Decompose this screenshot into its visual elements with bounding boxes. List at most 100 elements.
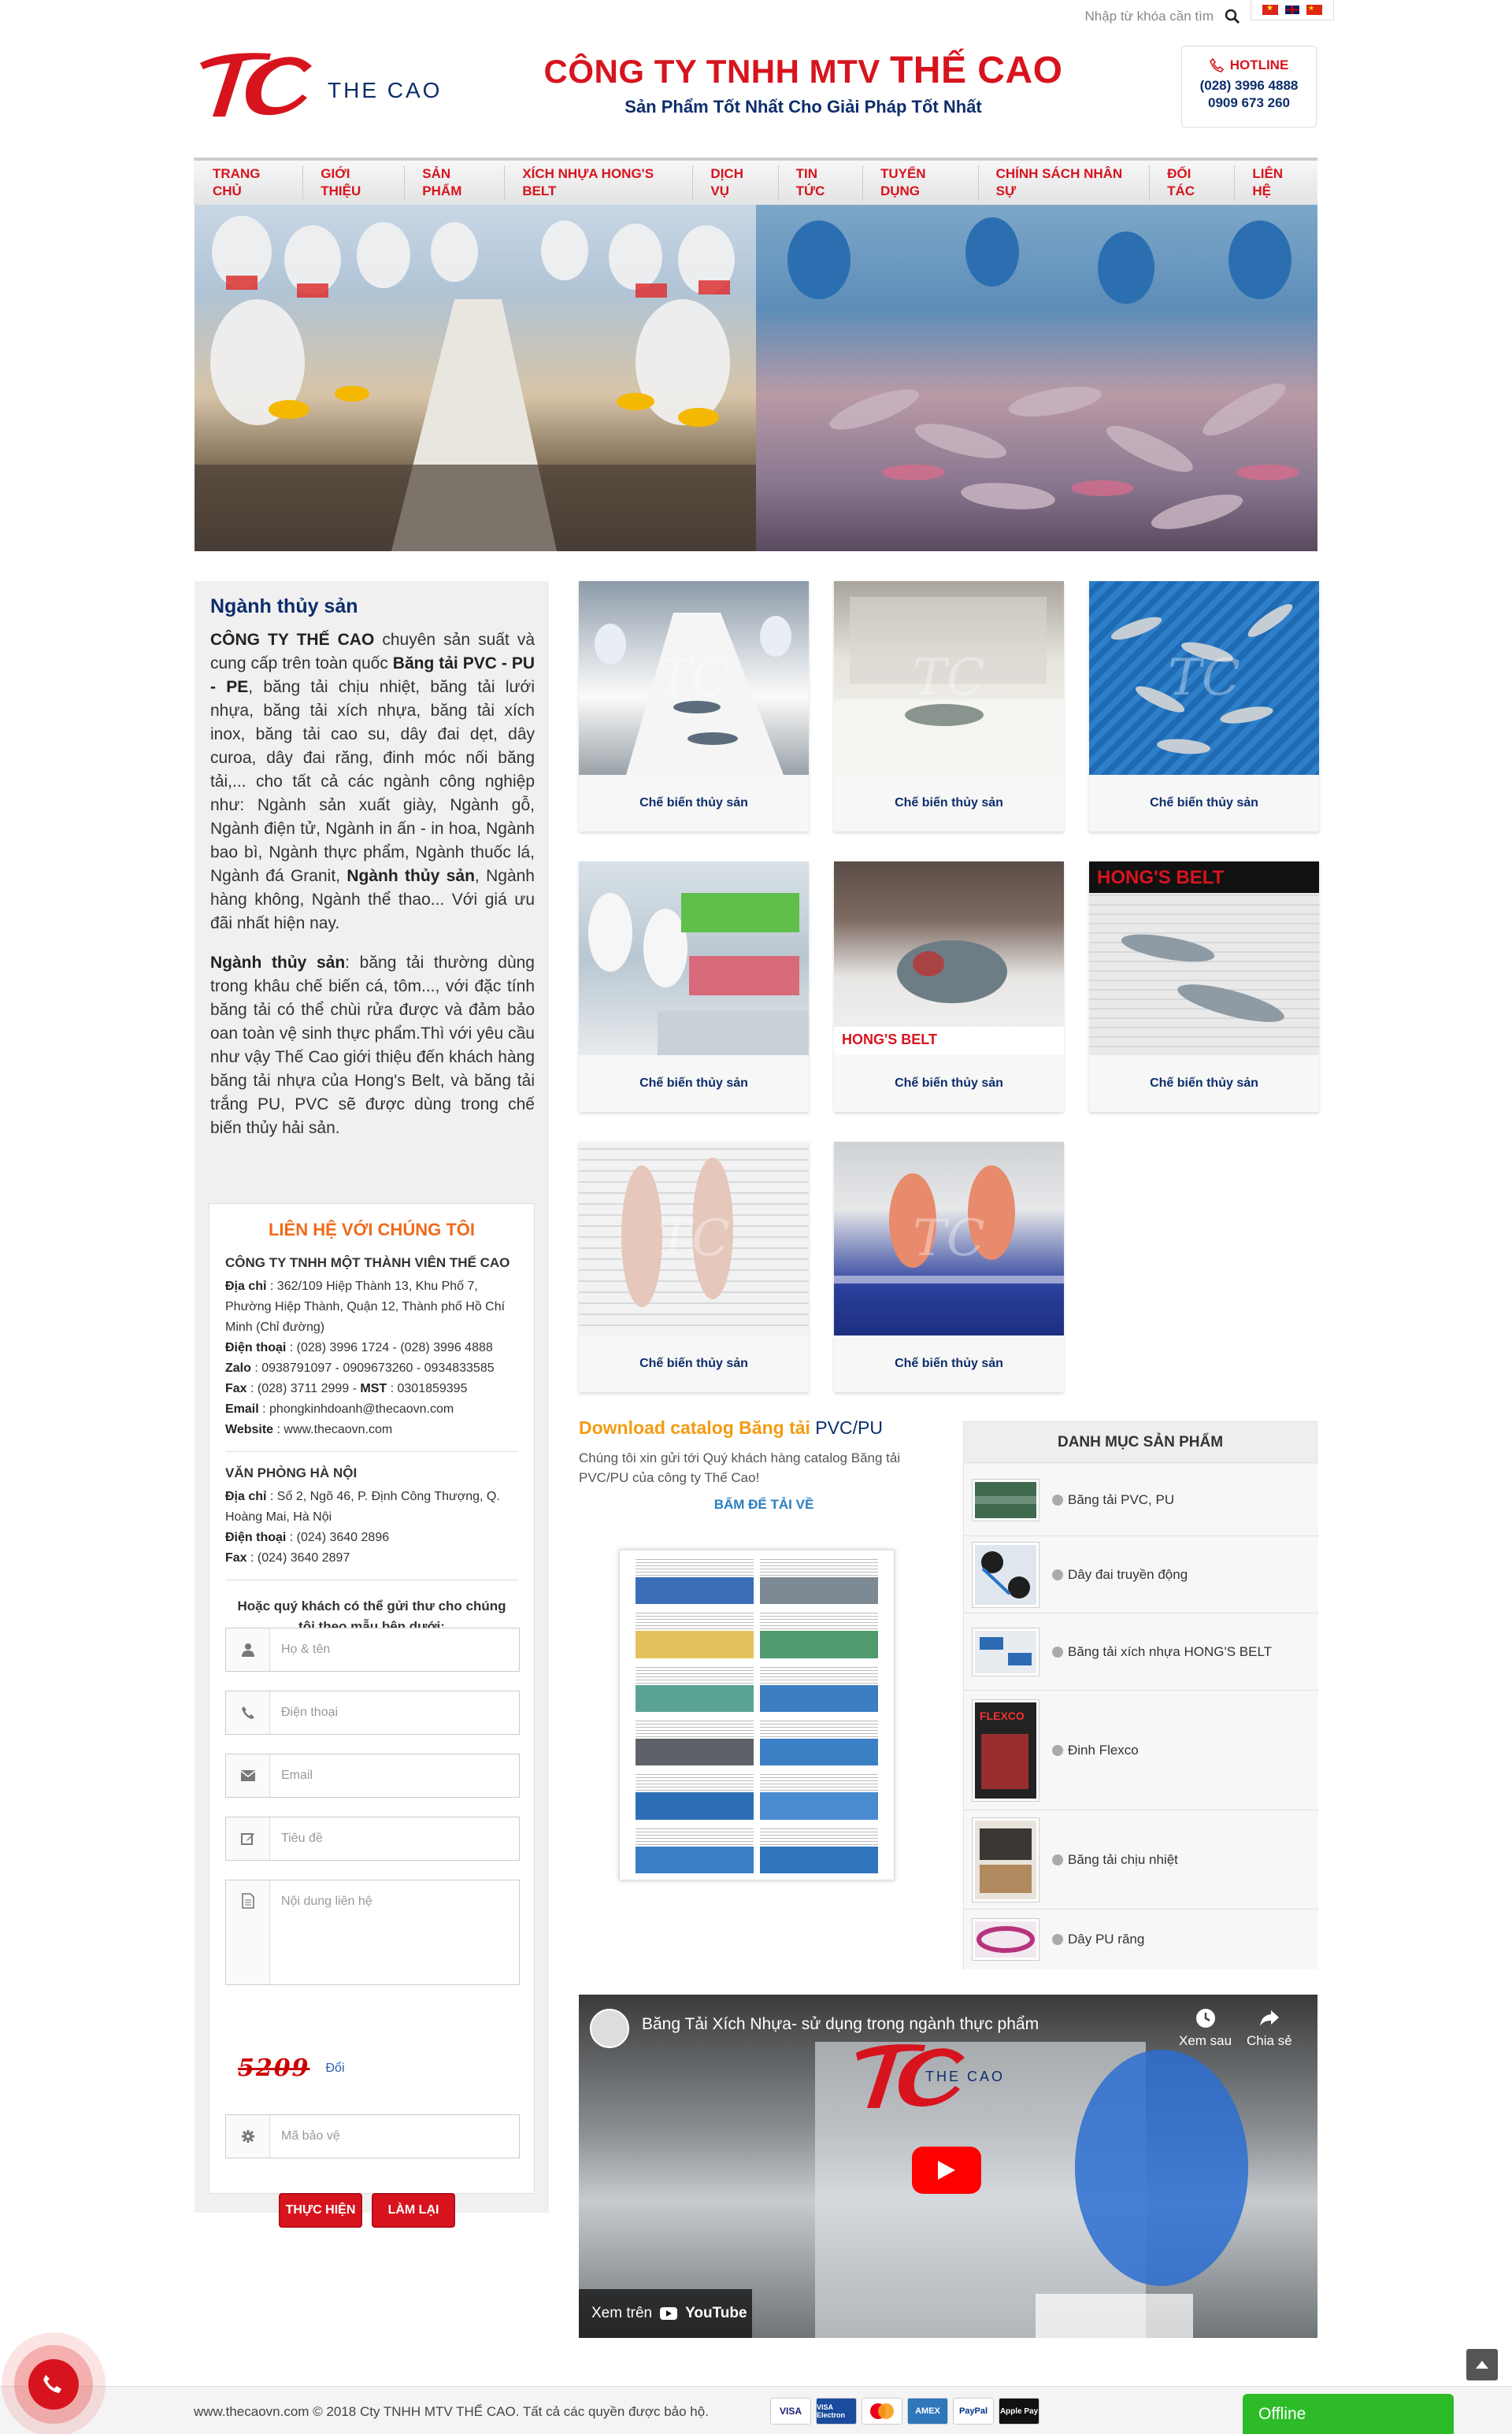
- product-card[interactable]: TC Chế biến thủy sản: [579, 1142, 809, 1392]
- captcha-field[interactable]: Mã bảo vệ: [225, 2114, 520, 2158]
- product-image: TC: [1089, 581, 1319, 775]
- company-name-bold: CÔNG TY THẾ CAO: [210, 631, 375, 649]
- download-title-b: PVC/PU: [810, 1417, 883, 1438]
- category-item[interactable]: Băng tải PVC, PU: [964, 1464, 1318, 1536]
- watermark: TC: [913, 1210, 985, 1268]
- watch-later-button[interactable]: Xem sau: [1179, 2007, 1232, 2049]
- video-title[interactable]: Băng Tải Xích Nhựa- sử dụng trong ngành …: [642, 2015, 1039, 2034]
- call-now-button[interactable]: [0, 2331, 107, 2434]
- category-thumbnail: [972, 1627, 1040, 1676]
- flag-english-icon[interactable]: [1284, 5, 1300, 15]
- fax-label: Fax: [225, 1551, 247, 1565]
- watch-on-youtube[interactable]: Xem trên YouTube: [579, 2289, 752, 2338]
- watch-later-label: Xem sau: [1179, 2033, 1232, 2048]
- category-label: Dây đai truyền động: [1068, 1566, 1188, 1582]
- hotline-number-2[interactable]: 0909 673 260: [1182, 95, 1316, 111]
- reset-button[interactable]: LÀM LẠI: [372, 2193, 455, 2228]
- name-field[interactable]: Họ & tên: [225, 1628, 520, 1672]
- category-item[interactable]: Băng tải chịu nhiệt: [964, 1810, 1318, 1910]
- product-image: TC: [579, 1142, 809, 1336]
- hanoi-phone-value[interactable]: : (024) 3640 2896: [286, 1531, 389, 1544]
- subject-field[interactable]: Tiêu đề: [225, 1817, 520, 1861]
- page: Nhập từ khóa cần tìm THE CAO CÔNG TY TNH…: [0, 0, 1512, 2434]
- category-item[interactable]: Dây đai truyền động: [964, 1536, 1318, 1613]
- amex-icon: AMEX: [907, 2398, 948, 2425]
- swatch: [760, 1772, 878, 1820]
- nav-item-services[interactable]: DỊCH VỤ: [693, 165, 779, 200]
- category-item[interactable]: Băng tải xích nhựa HONG'S BELT: [964, 1613, 1318, 1691]
- product-card[interactable]: TC Chế biến thủy sản: [579, 581, 809, 832]
- scroll-to-top-button[interactable]: [1466, 2349, 1498, 2380]
- website-value[interactable]: : www.thecaovn.com: [273, 1423, 393, 1436]
- hotline-box[interactable]: HOTLINE (028) 3996 4888 0909 673 260: [1181, 46, 1317, 128]
- hanoi-fax-value: : (024) 3640 2897: [246, 1551, 350, 1565]
- product-caption: Chế biến thủy sản: [639, 796, 748, 809]
- phone-field[interactable]: Điện thoại: [225, 1691, 520, 1735]
- banner-image-shrimp-processing: [195, 205, 756, 551]
- phone-icon: [226, 1691, 270, 1734]
- nav-item-partners[interactable]: ĐỐI TÁC: [1150, 165, 1236, 200]
- search-icon[interactable]: [1225, 9, 1240, 24]
- phone-value[interactable]: : (028) 3996 1724 - (028) 3996 4888: [286, 1341, 493, 1354]
- product-caption: Chế biến thủy sản: [639, 1076, 748, 1090]
- product-card[interactable]: Chế biến thủy sản: [579, 861, 809, 1112]
- nav-item-news[interactable]: TIN TỨC: [779, 165, 863, 200]
- captcha-refresh-link[interactable]: Đổi: [326, 2062, 345, 2076]
- swatch: [636, 1717, 754, 1766]
- swatch: [760, 1717, 878, 1766]
- nav-item-home[interactable]: TRANG CHỦ: [213, 165, 304, 200]
- swatch: [636, 1825, 754, 1873]
- swatch: [636, 1610, 754, 1658]
- product-card[interactable]: HONG'S BELT Chế biến thủy sản: [834, 861, 1064, 1112]
- product-card[interactable]: HONG'S BELT Chế biến thủy sản: [1089, 861, 1319, 1112]
- share-button[interactable]: Chia sẻ: [1247, 2007, 1292, 2049]
- nav-item-hr-policy[interactable]: CHÍNH SÁCH NHÂN SỰ: [979, 165, 1151, 200]
- category-label: Dây PU răng: [1068, 1932, 1145, 1947]
- nav-item-contact[interactable]: LIÊN HỆ: [1235, 165, 1317, 200]
- live-chat-tab[interactable]: Offline: [1243, 2394, 1454, 2434]
- chevron-up-icon: [1476, 2361, 1488, 2369]
- flag-vietnam-icon[interactable]: [1262, 4, 1278, 15]
- company-name: THẾ CAO: [889, 50, 1063, 91]
- product-card[interactable]: TC Chế biến thủy sản: [834, 581, 1064, 832]
- message-field[interactable]: Nội dung liên hệ: [225, 1880, 520, 1985]
- logo[interactable]: THE CAO: [194, 46, 454, 121]
- phone-label: Điện thoại: [225, 1531, 287, 1544]
- nav-item-about[interactable]: GIỚI THIỆU: [303, 165, 406, 200]
- product-card[interactable]: TC Chế biến thủy sản: [1089, 581, 1319, 832]
- edit-icon: [226, 1817, 270, 1860]
- nav-item-products[interactable]: SẢN PHẨM: [405, 165, 506, 200]
- youtube-embed[interactable]: THE CAO Băng Tải Xích Nhựa- sử dụng tron…: [579, 1995, 1317, 2338]
- email-value[interactable]: : phongkinhdoanh@thecaovn.com: [259, 1402, 454, 1416]
- text-segment: : băng tải thường dùng trong khâu chế bi…: [210, 954, 535, 1137]
- contact-title: LIÊN HỆ VỚI CHÚNG TÔI: [268, 1220, 475, 1239]
- nav-item-careers[interactable]: TUYỂN DỤNG: [863, 165, 979, 200]
- top-search[interactable]: Nhập từ khóa cần tìm: [1047, 5, 1240, 28]
- flag-china-icon[interactable]: [1306, 4, 1322, 15]
- hotline-number-1[interactable]: (028) 3996 4888: [1182, 78, 1316, 94]
- category-item[interactable]: Dây PU răng: [964, 1910, 1318, 1969]
- product-card[interactable]: TC Chế biến thủy sản: [834, 1142, 1064, 1392]
- watermark: TC: [1168, 649, 1240, 707]
- address-label: Địa chỉ: [225, 1490, 267, 1503]
- nav-item-hongs-belt[interactable]: XÍCH NHỰA HONG'S BELT: [505, 165, 694, 200]
- contact-company: CÔNG TY TNHH MỘT THÀNH VIÊN THẾ CAO: [225, 1255, 510, 1270]
- slogan: Sản Phẩm Tốt Nhất Cho Giải Pháp Tốt Nhất: [624, 97, 982, 117]
- email-field[interactable]: Email: [225, 1754, 520, 1798]
- channel-avatar[interactable]: [590, 2009, 629, 2048]
- product-image: TC: [579, 581, 809, 775]
- category-item[interactable]: FLEXCO Đinh Flexco: [964, 1691, 1318, 1810]
- catalog-preview[interactable]: [619, 1550, 895, 1880]
- category-title: DANH MỤC SẢN PHẨM: [964, 1422, 1317, 1463]
- play-button[interactable]: [912, 2147, 981, 2194]
- download-button[interactable]: BẤM ĐỂ TẢI VỀ: [579, 1497, 949, 1513]
- document-icon: [226, 1880, 270, 1984]
- company-prefix: CÔNG TY TNHH MTV: [543, 53, 880, 90]
- product-caption: Chế biến thủy sản: [895, 1076, 1003, 1090]
- chevron-right-icon: [1052, 1744, 1063, 1756]
- name-placeholder: Họ & tên: [281, 1643, 331, 1656]
- captcha-row: 5209 Đổi: [238, 2054, 345, 2082]
- industry-bold: Ngành thủy sản: [210, 954, 346, 972]
- submit-button[interactable]: THỰC HIỆN: [279, 2193, 362, 2228]
- search-input[interactable]: Nhập từ khóa cần tìm: [1047, 9, 1214, 24]
